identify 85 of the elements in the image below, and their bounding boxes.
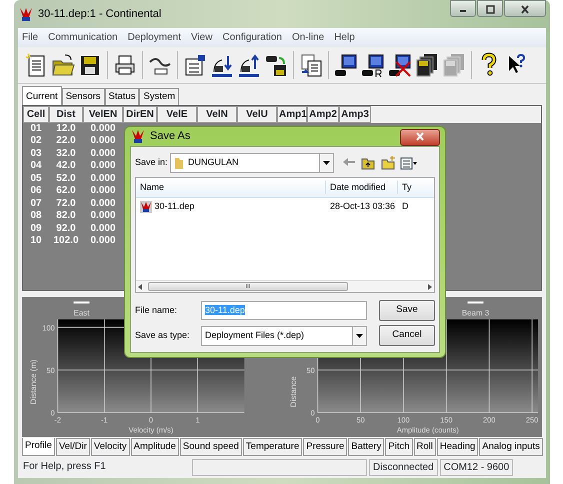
- table-cell-text: 08: [29, 210, 43, 223]
- table-cell-text: 72.0: [55, 198, 77, 210]
- folder-dropdown[interactable]: DUNGULAN: [170, 153, 334, 173]
- table-cell-text: 04: [29, 160, 43, 173]
- column-header: Name: [136, 180, 326, 194]
- field-label: Save as type:: [135, 328, 191, 342]
- table-cell-text: 02: [29, 135, 43, 148]
- menu-item[interactable]: Communication: [48, 30, 118, 45]
- table-cell-text: 0.000: [89, 160, 117, 173]
- tab[interactable]: Vel/Dir: [56, 438, 90, 456]
- table-cell-text: 52.0: [55, 172, 77, 186]
- table-cell-text: 0.000: [89, 185, 117, 198]
- menu-item[interactable]: Help: [334, 30, 355, 45]
- column-header: Date modified: [326, 180, 398, 194]
- menu-item[interactable]: View: [190, 30, 212, 45]
- field-label: File name:: [135, 304, 178, 317]
- table-cell-text: 62.0: [55, 185, 77, 198]
- file-name[interactable]: 30-11.dep: [154, 200, 194, 214]
- tab[interactable]: Status: [104, 88, 140, 105]
- table-cell-text: 0.000: [89, 222, 117, 236]
- table-cell-text: 12.0: [55, 122, 77, 136]
- table-cell-text: 22.0: [55, 135, 77, 148]
- table-cell-text: 07: [29, 198, 43, 210]
- dialog-title: Save As: [150, 129, 190, 144]
- column-header: Dist: [49, 106, 83, 123]
- file-type: D: [401, 200, 408, 214]
- tab[interactable]: Battery: [348, 438, 384, 456]
- table-cell-text: 92.0: [55, 222, 77, 236]
- table-cell-text: 102.0: [52, 235, 80, 248]
- table-cell-text: 32.0: [55, 148, 77, 160]
- tab[interactable]: Profile: [22, 438, 55, 456]
- table-cell-text: 05: [29, 172, 43, 186]
- column-header: VelEN: [83, 106, 123, 123]
- column-header: Cell: [23, 106, 49, 123]
- column-header: Amp2: [307, 106, 339, 123]
- column-header: DirEN: [123, 106, 157, 123]
- file-type-dropdown[interactable]: Deployment Files (*.dep): [201, 326, 367, 346]
- table-cell-text: 03: [29, 148, 43, 160]
- status-text: Disconnected: [369, 459, 438, 476]
- table-cell-text: 01: [29, 122, 43, 136]
- file-date: 28-Oct-13 03:36: [329, 200, 396, 214]
- axis-title: Distance: [288, 376, 298, 407]
- tab[interactable]: Current: [22, 86, 62, 105]
- table-cell-text: 06: [29, 185, 43, 198]
- tab[interactable]: Sensors: [62, 88, 105, 105]
- menu-item[interactable]: File: [22, 30, 38, 45]
- column-header: VelE: [157, 106, 197, 123]
- tab[interactable]: Analog inputs: [479, 438, 543, 456]
- table-cell-text: 09: [29, 222, 43, 236]
- axis-title: Distance (m): [28, 359, 38, 404]
- table-cell-text: 0.000: [89, 148, 117, 160]
- column-header: Amp3: [339, 106, 371, 123]
- tab[interactable]: Heading: [436, 438, 478, 456]
- tab[interactable]: System: [139, 88, 180, 105]
- tab[interactable]: Temperature: [242, 438, 302, 456]
- table-cell-text: 0.000: [89, 172, 117, 186]
- status-text: COM12 - 9600: [440, 459, 514, 476]
- table-cell-text: 0.000: [89, 210, 117, 223]
- table-cell-text: 0.000: [89, 135, 117, 148]
- cancel-button[interactable]: Cancel: [379, 325, 435, 346]
- menu-item[interactable]: Configuration: [222, 30, 282, 45]
- legend-label: East: [74, 308, 90, 318]
- menu-item[interactable]: Deployment: [128, 30, 181, 45]
- table-cell-text: 0.000: [89, 235, 117, 248]
- tab[interactable]: Roll: [414, 438, 436, 456]
- column-header: VelU: [237, 106, 277, 123]
- tab[interactable]: Pressure: [303, 438, 348, 456]
- status-text: For Help, press F1: [22, 460, 107, 474]
- table-cell-text: 0.000: [89, 122, 117, 136]
- save-button[interactable]: Save: [379, 300, 435, 321]
- column-header: Ty: [401, 180, 413, 194]
- legend-label: Beam 3: [462, 308, 490, 318]
- menu-item[interactable]: On-line: [292, 30, 324, 45]
- tab[interactable]: Amplitude: [130, 438, 179, 456]
- field-label: Save in:: [135, 156, 168, 170]
- table-cell-text: 42.0: [55, 160, 77, 173]
- column-header: VelN: [197, 106, 237, 123]
- tab[interactable]: Pitch: [385, 438, 413, 456]
- table-cell-text: 82.0: [55, 210, 77, 223]
- column-header: Amp1: [277, 106, 307, 123]
- window-title: 30-11.dep:1 - Continental: [38, 6, 162, 22]
- tab[interactable]: Sound speed: [180, 438, 242, 456]
- tab[interactable]: Velocity: [90, 438, 130, 456]
- table-cell-text: 10: [29, 235, 43, 248]
- table-cell-text: 0.000: [89, 198, 117, 210]
